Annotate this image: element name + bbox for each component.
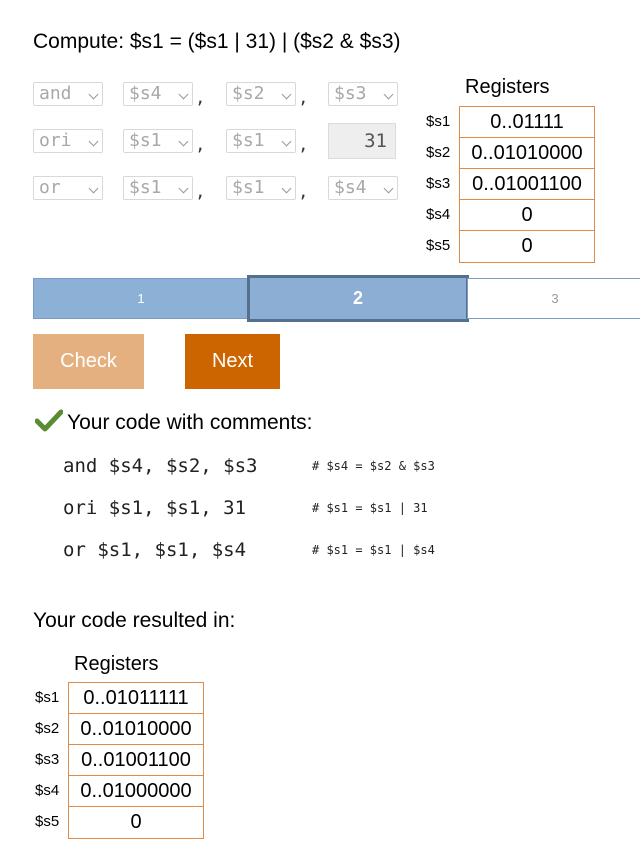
instr2-op-select[interactable]: ori [33,129,103,153]
register-name: $s1 [426,113,451,130]
next-button[interactable]: Next [185,334,280,389]
register-value: 0..01001100 [459,168,595,200]
register-name: $s5 [426,237,451,254]
register-name: $s3 [35,751,60,768]
resulted-label: Your code resulted in: [33,609,236,632]
instr3-rd-select[interactable]: $s1 [123,176,193,200]
register-name: $s4 [426,206,451,223]
instr2-op-value: ori [39,130,72,151]
register-value: 0..01010000 [459,137,595,169]
register-value: 0..01001100 [68,744,204,776]
instr3-rt-select[interactable]: $s4 [328,176,398,200]
instr1-op-select[interactable]: and [33,82,103,106]
result-registers-title: Registers [74,653,159,675]
result-heading: Your code with comments: [67,411,313,434]
chevron-down-icon [178,183,189,194]
instr3-rs-value: $s1 [232,177,265,198]
instr2-rd-value: $s1 [129,130,162,151]
register-name: $s2 [426,144,451,161]
register-name: $s3 [426,175,451,192]
check-button[interactable]: Check [33,334,144,389]
problem-title: Compute: $s1 = ($s1 | 31) | ($s2 & $s3) [33,30,401,53]
registers-title: Registers [465,76,550,98]
comma: , [300,131,307,155]
register-value: 0..01011111 [68,682,204,714]
register-name: $s1 [35,689,60,706]
checkmark-icon [35,409,63,432]
comma: , [197,178,204,202]
register-value: 0..01000000 [68,775,204,807]
code-comment-1: # $s4 = $s2 & $s3 [312,459,435,473]
comma: , [197,84,204,108]
instr2-rs-value: $s1 [232,130,265,151]
instr1-rs-value: $s2 [232,83,265,104]
register-value: 0..01111 [459,106,595,138]
chevron-down-icon [178,89,189,100]
code-comment-3: # $s1 = $s1 | $s4 [312,543,435,557]
instr3-rt-value: $s4 [334,177,367,198]
instr3-op-value: or [39,177,61,198]
register-name: $s2 [35,720,60,737]
comma: , [300,178,307,202]
instr2-rd-select[interactable]: $s1 [123,129,193,153]
comma: , [197,131,204,155]
step-2[interactable]: 2 [247,275,469,322]
register-value: 0 [68,806,204,839]
code-comment-2: # $s1 = $s1 | 31 [312,501,428,515]
instr1-rt-value: $s3 [334,83,367,104]
code-line-3: or $s1, $s1, $s4 [63,539,247,561]
register-name: $s5 [35,813,60,830]
instr1-rs-select[interactable]: $s2 [226,82,296,106]
chevron-down-icon [88,136,99,147]
chevron-down-icon [88,183,99,194]
instr3-rd-value: $s1 [129,177,162,198]
code-line-1: and $s4, $s2, $s3 [63,455,258,477]
chevron-down-icon [281,183,292,194]
chevron-down-icon [383,183,394,194]
register-value: 0 [459,199,595,231]
step-1[interactable]: 1 [33,278,249,319]
code-line-2: ori $s1, $s1, 31 [63,497,247,519]
instr2-rs-select[interactable]: $s1 [226,129,296,153]
chevron-down-icon [281,89,292,100]
chevron-down-icon [281,136,292,147]
instr2-immediate-input[interactable]: 31 [328,123,396,159]
instr1-rd-select[interactable]: $s4 [123,82,193,106]
instr1-rd-value: $s4 [129,83,162,104]
register-value: 0..01010000 [68,713,204,745]
register-name: $s4 [35,782,60,799]
instr1-op-value: and [39,83,72,104]
instr3-op-select[interactable]: or [33,176,103,200]
chevron-down-icon [383,89,394,100]
step-3[interactable]: 3 [467,278,640,319]
comma: , [300,84,307,108]
chevron-down-icon [178,136,189,147]
instr1-rt-select[interactable]: $s3 [328,82,398,106]
chevron-down-icon [88,89,99,100]
register-value: 0 [459,230,595,263]
instr3-rs-select[interactable]: $s1 [226,176,296,200]
